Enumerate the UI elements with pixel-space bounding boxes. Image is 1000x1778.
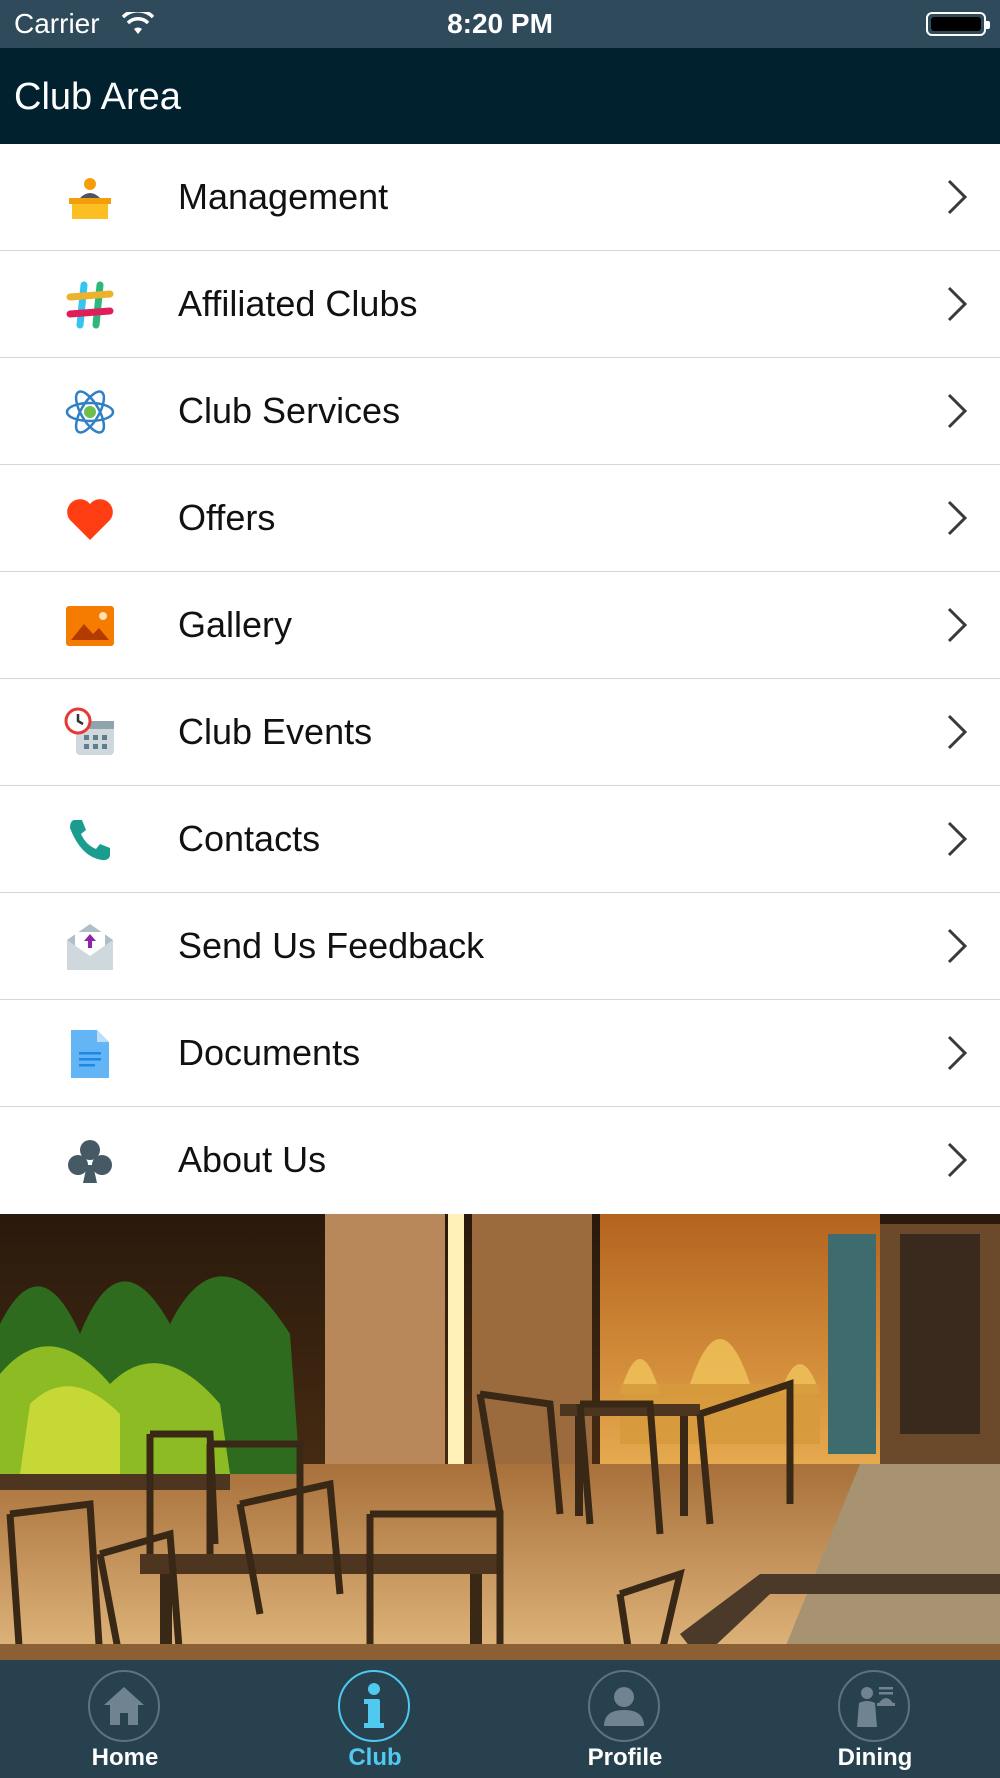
document-icon <box>64 1028 116 1080</box>
mail-upload-icon <box>64 921 116 973</box>
chevron-right-icon <box>947 393 968 429</box>
chevron-right-icon <box>947 500 968 536</box>
club-photo <box>0 1214 1000 1660</box>
menu-item-gallery[interactable]: Gallery <box>0 572 1000 679</box>
image-icon <box>64 600 116 652</box>
menu-item-label: Contacts <box>178 818 321 859</box>
status-bar: Carrier 8:20 PM <box>0 0 1000 48</box>
tab-label: Home <box>91 1744 159 1771</box>
menu-item-label: Affiliated Clubs <box>178 283 418 324</box>
chevron-right-icon <box>947 714 968 750</box>
home-icon <box>88 1670 160 1742</box>
menu-item-affiliated-clubs[interactable]: Affiliated Clubs <box>0 251 1000 358</box>
menu-item-label: Management <box>178 176 389 217</box>
phone-icon <box>64 814 116 866</box>
battery-icon <box>926 12 990 36</box>
chevron-right-icon <box>947 928 968 964</box>
menu-item-offers[interactable]: Offers <box>0 465 1000 572</box>
status-time: 8:20 PM <box>447 8 553 39</box>
chevron-right-icon <box>947 286 968 322</box>
menu-item-club-services[interactable]: Club Services <box>0 358 1000 465</box>
tab-profile[interactable]: Profile <box>500 1660 750 1778</box>
menu-item-label: Club Services <box>178 390 401 431</box>
menu-item-about-us[interactable]: About Us <box>0 1107 1000 1214</box>
chevron-right-icon <box>947 1142 968 1178</box>
chevron-right-icon <box>947 607 968 643</box>
menu-item-send-us-feedback[interactable]: Send Us Feedback <box>0 893 1000 1000</box>
menu-list: Management Affiliated Clubs Club Service… <box>0 144 1000 1214</box>
menu-item-contacts[interactable]: Contacts <box>0 786 1000 893</box>
dining-icon <box>838 1670 910 1742</box>
info-icon <box>338 1670 410 1742</box>
menu-item-label: Gallery <box>178 604 293 645</box>
tab-club[interactable]: Club <box>250 1660 500 1778</box>
profile-icon <box>588 1670 660 1742</box>
tab-home[interactable]: Home <box>0 1660 250 1778</box>
heart-icon <box>64 493 116 545</box>
chevron-right-icon <box>947 821 968 857</box>
menu-item-label: Send Us Feedback <box>178 925 485 966</box>
tab-label: Profile <box>587 1744 663 1771</box>
menu-item-label: Club Events <box>178 711 373 752</box>
tab-label: Club <box>348 1744 402 1771</box>
hashtag-icon <box>64 279 116 331</box>
atom-icon <box>64 386 116 438</box>
chevron-right-icon <box>947 179 968 215</box>
nav-bar: Club Area <box>0 48 1000 144</box>
tab-label: Dining <box>837 1744 913 1771</box>
menu-item-label: Documents <box>178 1032 361 1073</box>
menu-item-club-events[interactable]: Club Events <box>0 679 1000 786</box>
tab-bar: Home Club Profile Dining <box>0 1660 1000 1778</box>
menu-item-documents[interactable]: Documents <box>0 1000 1000 1107</box>
chevron-right-icon <box>947 1035 968 1071</box>
reception-desk-icon <box>64 172 116 224</box>
calendar-clock-icon <box>64 707 116 759</box>
page-title: Club Area <box>14 76 181 118</box>
club-icon <box>64 1135 116 1187</box>
tab-dining[interactable]: Dining <box>750 1660 1000 1778</box>
menu-item-label: Offers <box>178 497 276 538</box>
menu-item-management[interactable]: Management <box>0 144 1000 251</box>
menu-item-label: About Us <box>178 1139 327 1180</box>
